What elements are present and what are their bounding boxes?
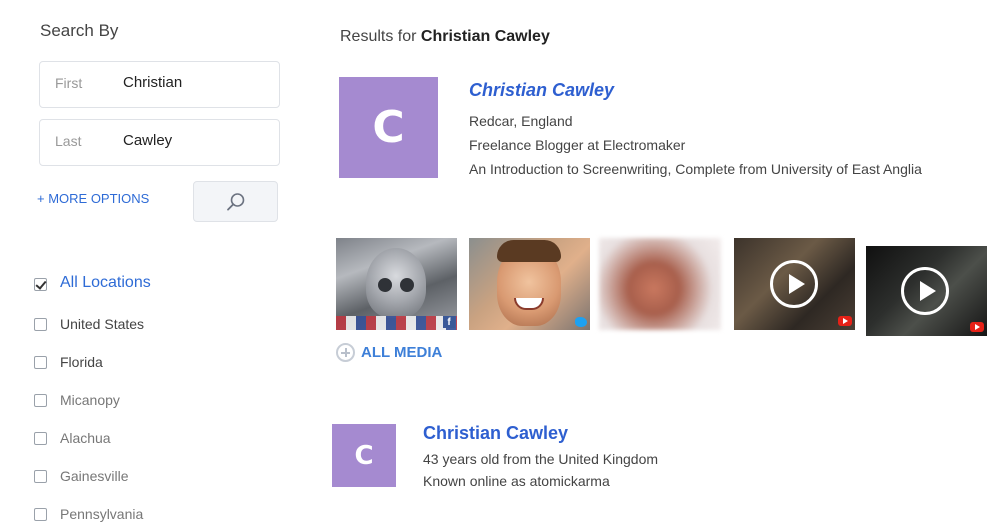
checkbox-pennsylvania[interactable] xyxy=(34,508,47,521)
location-label: Alachua xyxy=(60,430,111,446)
result-education: An Introduction to Screenwriting, Comple… xyxy=(469,161,922,177)
checkbox-alachua[interactable] xyxy=(34,432,47,445)
last-name-label: Last xyxy=(55,133,82,149)
hair-graphic xyxy=(497,240,561,262)
checkbox-micanopy[interactable] xyxy=(34,394,47,407)
facebook-icon: f xyxy=(443,316,455,328)
results-header: Results for Christian Cawley xyxy=(340,28,550,46)
result-age-location: 43 years old from the United Kingdom xyxy=(423,451,659,467)
first-name-input[interactable] xyxy=(123,74,273,91)
location-label: Florida xyxy=(60,354,103,370)
search-button[interactable] xyxy=(193,181,278,222)
twitter-icon xyxy=(575,317,587,327)
result-name-link[interactable]: Christian Cawley xyxy=(423,423,568,444)
results-query: Christian Cawley xyxy=(420,28,550,45)
all-media-link[interactable]: ALL MEDIA xyxy=(336,343,442,362)
first-name-label: First xyxy=(55,75,83,91)
media-thumbnail-blurred[interactable] xyxy=(599,238,721,330)
result-name-link[interactable]: Christian Cawley xyxy=(469,80,614,101)
checkbox-florida[interactable] xyxy=(34,356,47,369)
search-icon xyxy=(227,193,245,211)
location-label: Micanopy xyxy=(60,392,120,408)
plus-circle-icon xyxy=(336,343,355,362)
youtube-icon xyxy=(970,322,984,332)
first-name-field[interactable]: First xyxy=(39,61,280,108)
checkbox-gainesville[interactable] xyxy=(34,470,47,483)
search-by-title: Search By xyxy=(40,21,119,40)
flag-graphic xyxy=(336,316,457,330)
youtube-icon xyxy=(838,316,852,326)
result-known-as: Known online as atomickarma xyxy=(423,473,610,489)
location-label: Pennsylvania xyxy=(60,506,144,522)
location-label: United States xyxy=(60,316,145,332)
media-thumbnail[interactable] xyxy=(469,238,590,330)
more-options-link[interactable]: + MORE OPTIONS xyxy=(37,191,149,206)
play-icon xyxy=(901,267,949,315)
play-icon xyxy=(770,260,818,308)
results-prefix: Results for xyxy=(340,28,417,45)
media-thumbnail[interactable]: f xyxy=(336,238,457,330)
tattoo-image xyxy=(366,248,426,318)
result-job: Freelance Blogger at Electromaker xyxy=(469,137,686,153)
last-name-field[interactable]: Last xyxy=(39,119,280,166)
location-label: Gainesville xyxy=(60,468,129,484)
checkbox-all-locations[interactable] xyxy=(34,278,47,291)
result-avatar[interactable]: C xyxy=(339,77,438,178)
sidebar: Search By First Last + MORE OPTIONS All … xyxy=(0,0,300,532)
result-location: Redcar, England xyxy=(469,113,573,129)
last-name-input[interactable] xyxy=(123,132,273,149)
media-video-thumbnail[interactable] xyxy=(734,238,855,330)
location-label: All Locations xyxy=(60,274,151,291)
result-avatar[interactable]: C xyxy=(332,424,396,487)
checkbox-united-states[interactable] xyxy=(34,318,47,331)
media-video-thumbnail[interactable] xyxy=(866,246,987,336)
all-media-label: ALL MEDIA xyxy=(361,344,443,361)
